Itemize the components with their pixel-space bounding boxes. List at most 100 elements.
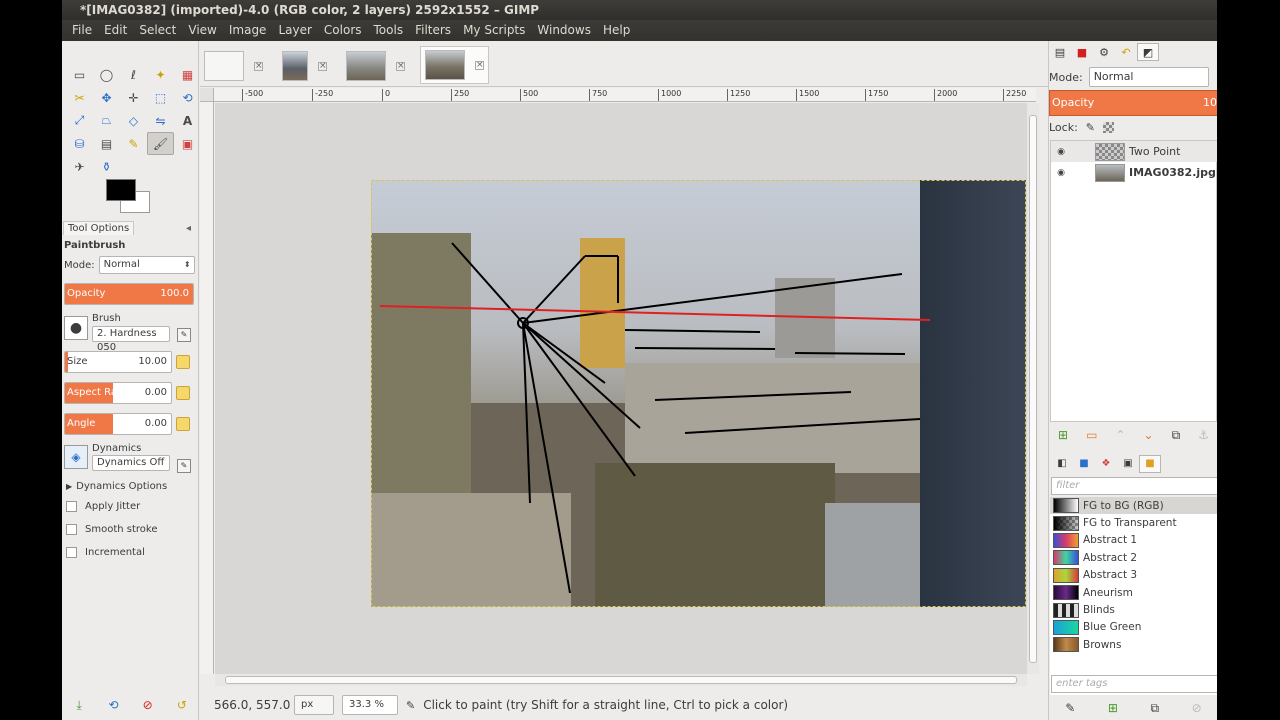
gradient-item[interactable]: Blue Green: [1050, 619, 1217, 636]
layers-tab-icon[interactable]: ▤: [1049, 43, 1071, 61]
paintbrush-icon[interactable]: 🖌: [147, 132, 174, 155]
scissors-icon[interactable]: ✂: [66, 86, 93, 109]
image-tab-1[interactable]: ×: [204, 48, 263, 84]
menu-select[interactable]: Select: [133, 20, 182, 41]
patterns-tab-icon[interactable]: ■: [1073, 455, 1095, 473]
tab-tool-options[interactable]: Tool Options: [63, 221, 135, 235]
shear-icon[interactable]: ⏢: [93, 109, 120, 132]
ruler-corner[interactable]: [200, 88, 214, 102]
lower-layer-icon[interactable]: ⌄: [1144, 428, 1154, 442]
rect-select-icon[interactable]: ▭: [66, 63, 93, 86]
menu-help[interactable]: Help: [597, 20, 636, 41]
duplicate-gradient-icon[interactable]: ⧉: [1150, 701, 1159, 716]
menu-tools[interactable]: Tools: [368, 20, 410, 41]
menu-view[interactable]: View: [182, 20, 222, 41]
save-options-icon[interactable]: ⤓: [72, 698, 86, 712]
gradient-item[interactable]: FG to BG (RGB): [1050, 497, 1217, 515]
menu-file[interactable]: File: [66, 20, 98, 41]
unit-selector[interactable]: px: [294, 695, 334, 715]
rotate-icon[interactable]: ⟲: [174, 86, 201, 109]
new-gradient-icon[interactable]: ⊞: [1108, 701, 1118, 715]
lasso-icon[interactable]: ℓ: [120, 63, 147, 86]
edit-dynamics-icon[interactable]: ✎: [177, 459, 191, 473]
duplicate-layer-icon[interactable]: ⧉: [1172, 428, 1181, 443]
brush-name-field[interactable]: 2. Hardness 050: [92, 326, 170, 353]
paths-tab-icon[interactable]: ⚙: [1093, 43, 1115, 61]
edit-brush-icon[interactable]: ✎: [177, 328, 191, 342]
blend-icon[interactable]: ▤: [93, 132, 120, 155]
move-icon[interactable]: ✥: [93, 86, 120, 109]
menu-colors[interactable]: Colors: [318, 20, 368, 41]
smooth-stroke-checkbox[interactable]: Smooth stroke: [66, 524, 158, 535]
layer-opacity-slider[interactable]: Opacity 10: [1049, 90, 1217, 116]
size-slider[interactable]: Size 10.00: [64, 351, 172, 373]
horizontal-scroll-thumb[interactable]: [225, 676, 1017, 684]
vertical-scrollbar[interactable]: [1027, 103, 1039, 674]
gradient-item[interactable]: Browns: [1050, 636, 1217, 653]
incremental-checkbox[interactable]: Incremental: [66, 547, 145, 558]
gradient-item[interactable]: FG to Transparent: [1050, 514, 1217, 531]
delete-gradient-icon[interactable]: ⊘: [1192, 701, 1202, 715]
color-select-icon[interactable]: ▦: [174, 63, 201, 86]
lock-alpha-icon[interactable]: [1103, 122, 1115, 133]
layer-mode-combo[interactable]: Normal: [1088, 67, 1209, 87]
new-layer-icon[interactable]: ⊞: [1058, 428, 1068, 442]
undo-tab-icon[interactable]: ↶: [1115, 43, 1137, 61]
menu-image[interactable]: Image: [223, 20, 273, 41]
horizontal-scrollbar[interactable]: [215, 674, 1027, 686]
menu-edit[interactable]: Edit: [98, 20, 133, 41]
pencil-icon[interactable]: ✎: [120, 132, 147, 155]
gradient-item[interactable]: Abstract 3: [1050, 567, 1217, 584]
menu-my-scripts[interactable]: My Scripts: [457, 20, 531, 41]
visibility-eye-icon[interactable]: ◉: [1051, 147, 1071, 157]
image-tab-2[interactable]: ×: [282, 48, 327, 84]
close-tab-icon[interactable]: ×: [318, 61, 327, 71]
dynamics-preview-icon[interactable]: ◈: [64, 445, 88, 469]
reset-size-icon[interactable]: [176, 355, 190, 369]
vertical-scroll-thumb[interactable]: [1029, 115, 1037, 663]
close-tab-icon[interactable]: ×: [475, 60, 484, 70]
opacity-slider[interactable]: Opacity 100.0: [64, 283, 194, 305]
new-group-icon[interactable]: ▭: [1086, 428, 1097, 442]
eraser-icon[interactable]: ▣: [174, 132, 201, 155]
layer-row[interactable]: ◉ Two Point: [1051, 141, 1217, 162]
reset-aspect-icon[interactable]: [176, 386, 190, 400]
airbrush-icon[interactable]: ✈: [66, 155, 93, 178]
fg-bg-colors[interactable]: [106, 179, 151, 215]
align-icon[interactable]: ✛: [120, 86, 147, 109]
canvas-area[interactable]: [215, 103, 1027, 674]
gradient-item[interactable]: Aneurism: [1050, 584, 1217, 601]
crop-icon[interactable]: ⬚: [147, 86, 174, 109]
gradients-tab-icon[interactable]: ■: [1139, 455, 1161, 473]
apply-jitter-checkbox[interactable]: Apply Jitter: [66, 501, 140, 512]
reset-angle-icon[interactable]: [176, 417, 190, 431]
pointer-tab-icon[interactable]: ◩: [1137, 43, 1159, 61]
gradient-filter-input[interactable]: filter: [1051, 477, 1217, 495]
anchor-layer-icon[interactable]: ⚓: [1198, 428, 1209, 442]
mode-combo[interactable]: Normal ⬍: [98, 256, 195, 274]
close-tab-icon[interactable]: ×: [254, 61, 263, 71]
visibility-eye-icon[interactable]: ◉: [1051, 168, 1071, 178]
image-tab-4-active[interactable]: ×: [420, 46, 489, 84]
restore-options-icon[interactable]: ⟲: [106, 698, 120, 712]
angle-slider[interactable]: Angle 0.00: [64, 413, 172, 435]
image-tab-3[interactable]: ×: [346, 48, 405, 84]
text-icon[interactable]: A: [174, 109, 201, 132]
horizontal-ruler[interactable]: -500 -250 0 250 500 750 1000 1250 1500 1…: [214, 88, 1036, 102]
brushes-tab-icon[interactable]: ◧: [1051, 455, 1073, 473]
lock-pixels-icon[interactable]: ✎: [1086, 121, 1095, 134]
perspective-icon[interactable]: ◇: [120, 109, 147, 132]
image-canvas[interactable]: [215, 103, 1027, 674]
gradient-item[interactable]: Abstract 2: [1050, 549, 1217, 566]
zoom-selector[interactable]: 33.3 %: [342, 695, 398, 715]
menu-filters[interactable]: Filters: [409, 20, 457, 41]
menu-layer[interactable]: Layer: [272, 20, 317, 41]
dynamics-options-expander[interactable]: ▶ Dynamics Options: [66, 481, 167, 492]
layer-row[interactable]: ◉ IMAG0382.jpg: [1051, 162, 1217, 183]
dynamics-field[interactable]: Dynamics Off: [92, 455, 170, 471]
ellipse-select-icon[interactable]: ◯: [93, 63, 120, 86]
channels-tab-icon[interactable]: ■: [1071, 43, 1093, 61]
configure-tab-icon[interactable]: ◂: [186, 223, 191, 234]
gradient-item[interactable]: Blinds: [1050, 601, 1217, 618]
vertical-ruler[interactable]: [200, 102, 214, 674]
